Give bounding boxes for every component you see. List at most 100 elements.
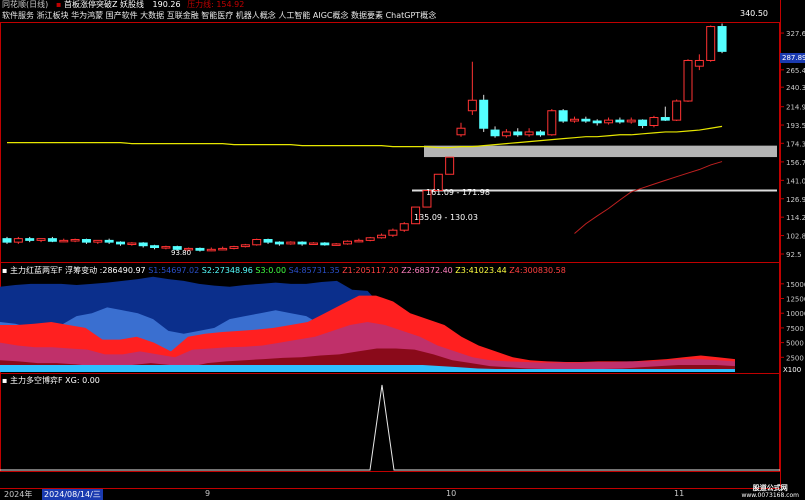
candle-body[interactable]: [25, 238, 35, 241]
ind1-unit: X100: [783, 366, 801, 374]
candle-body[interactable]: [36, 238, 46, 241]
candle-body[interactable]: [649, 117, 659, 126]
low-price-label: 93.80: [171, 249, 192, 257]
ind1-tick-label: 12500: [786, 296, 805, 304]
candle-body[interactable]: [206, 248, 216, 252]
indicator1-s1: 54697.02: [161, 266, 200, 275]
candle-body[interactable]: [365, 237, 375, 241]
candle-body[interactable]: [343, 240, 352, 245]
indicator1-icon: ▪: [2, 266, 8, 275]
price-tick-label: 193.5: [786, 122, 805, 130]
candle-body[interactable]: [592, 120, 602, 124]
price-tick-label: 174.3: [786, 140, 805, 148]
candle-body[interactable]: [70, 239, 80, 242]
candle-body[interactable]: [240, 244, 250, 248]
price-tick-label: 141.0: [786, 177, 805, 185]
candle-body[interactable]: [116, 241, 125, 245]
candle-body[interactable]: [513, 131, 523, 136]
ma-red-line: [574, 161, 723, 234]
indicator1-title[interactable]: 主力红蓝两军F: [10, 266, 63, 275]
price-tick-label: 327.6: [786, 30, 805, 38]
price-tick-label: 126.9: [786, 196, 805, 204]
candle-body[interactable]: [377, 234, 387, 239]
candle-body[interactable]: [2, 238, 12, 243]
candle-body[interactable]: [274, 241, 284, 245]
watermark-logo: 股道公式网 www.0073168.com: [741, 484, 799, 499]
candle-body[interactable]: [638, 119, 648, 126]
stock-chart[interactable]: 327.6 287.89 265.4 240.3 214.9 193.5 174.3 156.…: [0, 0, 805, 500]
candle-body[interactable]: [626, 119, 636, 123]
candle-body[interactable]: [320, 242, 330, 246]
candle-body[interactable]: [535, 131, 545, 136]
candle-body[interactable]: [308, 242, 318, 246]
candle-body[interactable]: [354, 239, 364, 243]
indicator1-z3: 41023.44: [468, 266, 507, 275]
candle-body[interactable]: [445, 156, 455, 175]
indicator2-xg-label: XG: [65, 376, 77, 385]
candle-body[interactable]: [717, 26, 727, 52]
candle-body[interactable]: [195, 247, 205, 251]
high-price-label: 340.50: [740, 9, 768, 18]
candle-body[interactable]: [456, 127, 466, 136]
candle-body[interactable]: [93, 239, 103, 243]
candle-body[interactable]: [581, 118, 591, 122]
indicator1-z3-label: Z3: [455, 266, 466, 275]
candle-body[interactable]: [229, 246, 239, 249]
price-tick-label: 114.2: [786, 214, 805, 222]
candle-body[interactable]: [399, 223, 409, 231]
candle-body[interactable]: [683, 59, 693, 102]
ma-yellow-line: [7, 125, 723, 149]
candle-body[interactable]: [547, 110, 557, 136]
candle-body[interactable]: [252, 239, 262, 246]
indicator1-z4: 300830.58: [522, 266, 566, 275]
current-price-tag: 287.89: [780, 53, 805, 63]
indicator1-subtitle: 浮筹变动: [65, 266, 98, 275]
candle-body[interactable]: [672, 100, 682, 121]
candle-body[interactable]: [13, 238, 23, 243]
price-tick-label: 102.8: [786, 233, 805, 241]
candle-body[interactable]: [161, 246, 171, 249]
candle-body[interactable]: [59, 239, 69, 243]
time-label-10: 10: [446, 489, 457, 498]
candle-body[interactable]: [660, 117, 670, 121]
candle-body[interactable]: [558, 110, 568, 122]
candle-body[interactable]: [331, 243, 341, 246]
candle-body[interactable]: [297, 241, 307, 245]
ind1-tick-label: 15000: [786, 281, 805, 289]
candle-body[interactable]: [388, 229, 398, 236]
candle-body[interactable]: [467, 99, 477, 112]
candle-body[interactable]: [524, 131, 534, 136]
indicator1-z1-label: Z1: [342, 266, 353, 275]
candle-body[interactable]: [604, 119, 614, 124]
candle-body[interactable]: [615, 119, 625, 123]
indicator1-z1: 205117.20: [355, 266, 399, 275]
candle-body[interactable]: [570, 118, 579, 122]
indicator2-title[interactable]: 主力多空博弈F: [10, 376, 63, 385]
candle-body[interactable]: [127, 242, 137, 246]
candle-body[interactable]: [81, 239, 91, 243]
indicator2-header: ▪ 主力多空博弈F XG: 0.00: [2, 376, 100, 385]
candle-body[interactable]: [706, 26, 716, 61]
candle-body[interactable]: [501, 131, 511, 137]
candle-body[interactable]: [694, 59, 704, 67]
candle-body[interactable]: [104, 239, 114, 243]
indicator1-z2: 68372.40: [414, 266, 453, 275]
candle-body[interactable]: [490, 129, 500, 137]
time-label-9: 9: [205, 489, 211, 498]
indicator1-s4: 85731.35: [301, 266, 340, 275]
indicator1-s2-label: S2: [201, 266, 212, 275]
price-tick-label: 214.9: [786, 104, 805, 112]
ind1-tick-label: 10000: [786, 310, 805, 318]
candle-body[interactable]: [286, 241, 296, 245]
candle-body[interactable]: [138, 242, 148, 247]
indicator1-s1-label: S1: [148, 266, 159, 275]
band1-label: 161.09 - 171.98: [426, 188, 490, 197]
time-label-cursor-date[interactable]: 2024/08/14/三: [42, 489, 103, 500]
candle-body[interactable]: [479, 99, 489, 129]
candle-body[interactable]: [218, 247, 228, 251]
indicator1-header: ▪ 主力红蓝两军F 浮筹变动 :286490.97 S1:54697.02 S2…: [2, 266, 566, 275]
indicator2-xg: 0.00: [82, 376, 100, 385]
candle-body[interactable]: [47, 238, 57, 242]
candle-body[interactable]: [150, 245, 160, 249]
candle-body[interactable]: [263, 239, 273, 243]
